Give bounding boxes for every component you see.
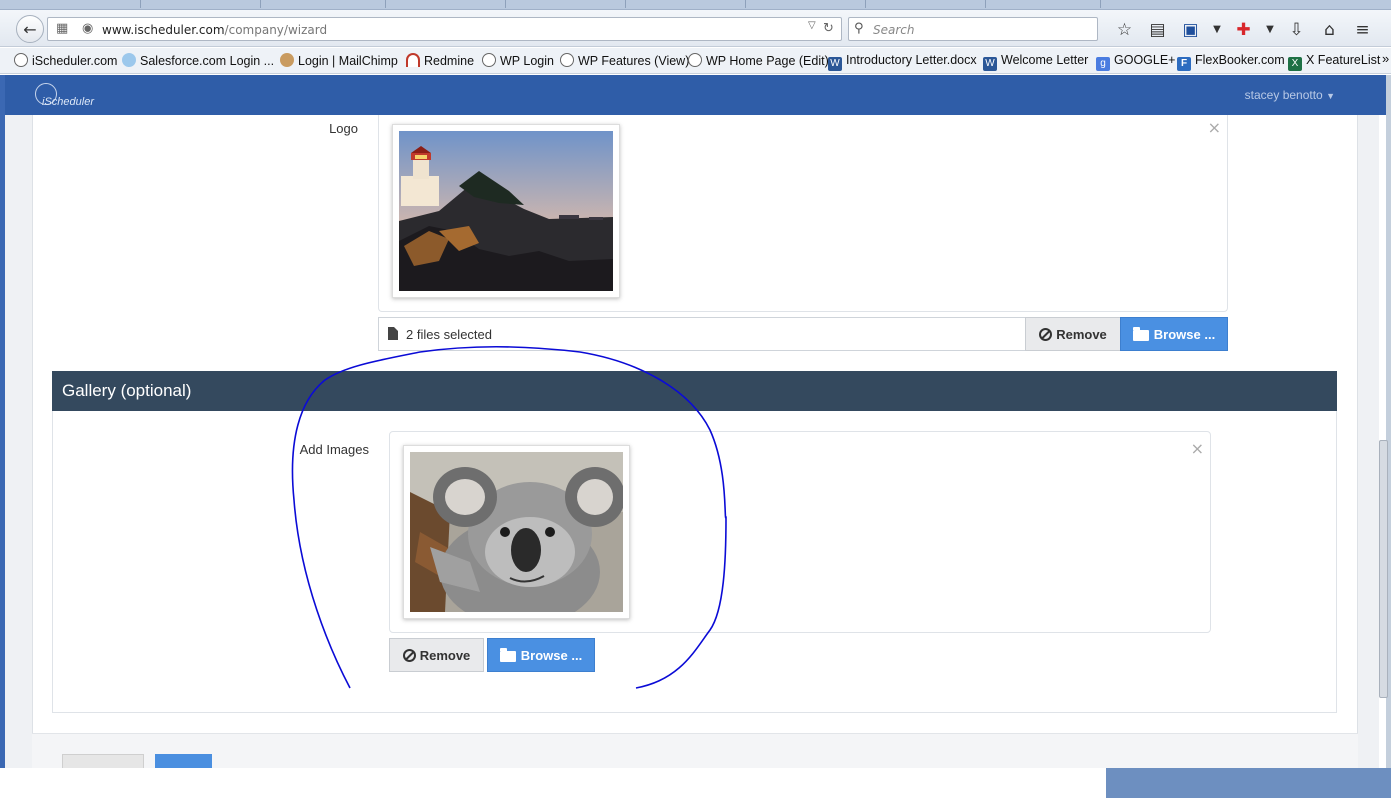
bookmark-ischeduler[interactable]: iScheduler.com [14, 53, 117, 68]
bookmark-mailchimp[interactable]: Login | MailChimp [280, 53, 398, 68]
google-icon: g [1096, 57, 1110, 71]
browser-tab[interactable] [260, 0, 261, 8]
download-icon[interactable]: ⇩ [1280, 20, 1313, 44]
clock-icon [14, 53, 28, 67]
logo-label: Logo [329, 121, 358, 136]
clock-icon [688, 53, 702, 67]
bookmark-intro-letter[interactable]: W Introductory Letter.docx [828, 53, 977, 71]
reload-icon[interactable]: ↻ [823, 21, 834, 36]
user-name: stacey benotto [1244, 88, 1323, 102]
browser-tab[interactable] [505, 0, 506, 8]
ban-icon [1039, 327, 1053, 341]
logo-thumbnail [392, 124, 620, 298]
globe-icon: ◉ [82, 21, 94, 36]
browser-tab-active[interactable] [1100, 0, 1101, 8]
browser-tab[interactable] [745, 0, 746, 8]
taskbar-window-strip [1106, 768, 1391, 798]
search-placeholder: Search [873, 23, 915, 37]
app-header: iScheduler stacey benotto ▼ [5, 75, 1386, 115]
dropdown-icon[interactable]: ▼ [1207, 20, 1227, 44]
reading-list-icon[interactable]: ▤ [1141, 20, 1174, 44]
gallery-thumbnail [403, 445, 630, 627]
home-icon[interactable]: ⌂ [1313, 20, 1346, 44]
address-bar[interactable]: ▦ ◉ www.ischeduler.com/company/wizard ▽ … [47, 17, 842, 41]
browser-tab[interactable] [140, 0, 141, 8]
bookmark-flexbooker[interactable]: F FlexBooker.com [1177, 53, 1285, 71]
gallery-browse-button[interactable]: Browse ... [487, 638, 595, 672]
flexbooker-icon: F [1177, 57, 1191, 71]
dropdown-icon[interactable]: ▼ [1260, 20, 1280, 44]
dropdown-arrow-icon[interactable]: ▽ [808, 20, 816, 31]
previous-button[interactable] [62, 754, 144, 768]
bookmark-featurelist[interactable]: XX FeatureList [1288, 53, 1380, 71]
next-button[interactable] [155, 754, 212, 768]
bookmark-salesforce[interactable]: Salesforce.com Login ... [122, 53, 274, 68]
bookmark-redmine[interactable]: Redmine [406, 53, 474, 68]
app-logo[interactable]: iScheduler [35, 81, 95, 109]
browser-tab[interactable] [385, 0, 386, 8]
bookmark-star-icon[interactable]: ☆ [1108, 20, 1141, 44]
url-text: www.ischeduler.com/company/wizard [102, 23, 328, 37]
clock-icon [482, 53, 496, 67]
word-doc-icon: W [983, 57, 997, 71]
browser-navigation-bar: ← ▦ ◉ www.ischeduler.com/company/wizard … [0, 10, 1391, 47]
browser-tab-strip [0, 0, 1391, 10]
excel-icon: X [1288, 57, 1302, 71]
browser-tab[interactable] [865, 0, 866, 8]
back-arrow-icon: ← [23, 19, 37, 39]
logo-file-caption: 2 files selected [378, 317, 1026, 351]
search-icon: ⚲ [854, 21, 864, 36]
browser-tab[interactable] [625, 0, 626, 8]
gallery-remove-button[interactable]: Remove [389, 638, 484, 672]
word-doc-icon: W [828, 57, 842, 71]
clock-icon [560, 53, 574, 67]
file-icon [388, 327, 398, 340]
browser-tab[interactable] [985, 0, 986, 8]
files-selected-text: 2 files selected [406, 327, 492, 342]
koala-image [410, 452, 625, 627]
gallery-preview-close-icon[interactable]: × [1191, 441, 1204, 457]
bookmark-wp-features[interactable]: WP Features (View) [560, 53, 689, 68]
user-menu[interactable]: stacey benotto ▼ [1245, 88, 1335, 102]
page-list-icon[interactable]: ▦ [56, 21, 68, 36]
add-images-label: Add Images [299, 442, 369, 457]
redmine-icon [406, 53, 420, 67]
ban-icon [402, 648, 416, 662]
wizard-footer [32, 733, 1358, 768]
scrollbar-thumb[interactable] [1379, 440, 1388, 698]
gallery-section-header: Gallery (optional) [52, 371, 1337, 411]
bookmark-google-plus[interactable]: g GOOGLE+ [1096, 53, 1175, 71]
save-icon[interactable]: ▣ [1174, 20, 1207, 44]
gallery-title: Gallery (optional) [62, 381, 192, 400]
bookmarks-bar: iScheduler.com Salesforce.com Login ... … [0, 48, 1391, 74]
menu-icon[interactable]: ≡ [1346, 20, 1379, 44]
back-button[interactable]: ← [16, 15, 44, 43]
logo-remove-button[interactable]: Remove [1025, 317, 1121, 351]
lighthouse-image [399, 131, 613, 291]
logo-text: iScheduler [42, 96, 94, 108]
mailchimp-icon [280, 53, 294, 67]
bookmarks-overflow-chevron[interactable]: » [1382, 51, 1389, 66]
logo-browse-button[interactable]: Browse ... [1120, 317, 1228, 351]
bookmark-wp-login[interactable]: WP Login [482, 53, 554, 68]
logo-preview-close-icon[interactable]: × [1208, 120, 1221, 136]
search-box[interactable]: ⚲ Search [848, 17, 1098, 41]
addon-red-cross-icon[interactable]: ✚ [1227, 20, 1260, 44]
folder-open-icon [499, 647, 516, 662]
cloud-icon [122, 53, 136, 67]
toolbar-icons: ☆ ▤ ▣ ▼ ✚ ▼ ⇩ ⌂ ≡ [1108, 20, 1379, 44]
bookmark-wp-home[interactable]: WP Home Page (Edit) [688, 53, 829, 68]
bookmark-welcome-letter[interactable]: W Welcome Letter [983, 53, 1088, 71]
folder-open-icon [1132, 326, 1149, 341]
caret-down-icon: ▼ [1326, 91, 1335, 101]
